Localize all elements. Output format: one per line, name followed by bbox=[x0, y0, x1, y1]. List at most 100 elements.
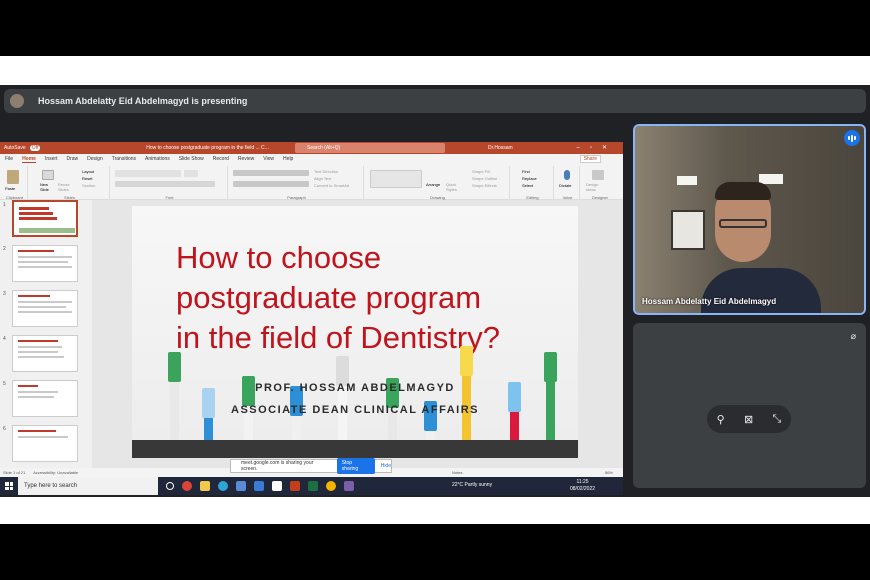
ppt-search-box[interactable]: Search (Alt+Q) bbox=[295, 143, 445, 153]
design-ideas-icon[interactable] bbox=[592, 170, 604, 180]
tab-design[interactable]: Design bbox=[87, 156, 103, 162]
chrome-icon[interactable] bbox=[182, 481, 192, 491]
tab-animations[interactable]: Animations bbox=[145, 156, 170, 162]
align-icons[interactable] bbox=[233, 181, 309, 187]
share-button[interactable]: Share bbox=[579, 155, 601, 163]
taskbar-clock[interactable]: 11:25 08/02/2022 bbox=[570, 479, 595, 493]
screen-share-notice: meet.google.com is sharing your screen. … bbox=[230, 458, 392, 474]
current-slide[interactable]: How to choose postgraduate program in th… bbox=[132, 206, 578, 458]
tab-home[interactable]: Home bbox=[22, 156, 36, 163]
design-ideas-label[interactable]: Design Ideas bbox=[586, 182, 606, 192]
file-explorer-icon[interactable] bbox=[200, 481, 210, 491]
taskbar-search[interactable]: Type here to search bbox=[18, 477, 158, 495]
autosave-state[interactable]: Off bbox=[29, 145, 41, 151]
reuse-slides-label[interactable]: Reuse Slides bbox=[58, 182, 72, 192]
slide-presenter[interactable]: PROF. HOSSAM ABDELMAGYD bbox=[132, 382, 578, 394]
slide-title-line: How to choose bbox=[176, 240, 382, 275]
slide-title[interactable]: How to choose postgraduate program in th… bbox=[176, 238, 500, 358]
group-clipboard: Paste Clipboard bbox=[2, 166, 28, 200]
slide-thumbnail[interactable] bbox=[12, 380, 78, 417]
excel-icon[interactable] bbox=[308, 481, 318, 491]
document-title: How to choose postgraduate program in th… bbox=[146, 145, 269, 151]
slide-thumbnail[interactable] bbox=[12, 425, 78, 462]
new-slide-label[interactable]: New Slide bbox=[40, 182, 54, 192]
text-direction-label[interactable]: Text Direction bbox=[314, 169, 338, 174]
tab-review[interactable]: Review bbox=[238, 156, 254, 162]
shapes-gallery[interactable] bbox=[370, 170, 422, 188]
microphone-icon[interactable] bbox=[564, 170, 570, 180]
ribbon: Paste Clipboard New Slide Reuse Slides L… bbox=[0, 164, 623, 200]
ceiling-light bbox=[677, 176, 697, 185]
edge-icon[interactable] bbox=[218, 481, 228, 491]
font-name-box[interactable] bbox=[115, 170, 181, 177]
slide-thumbnail[interactable] bbox=[12, 245, 78, 282]
tile-controls: ⚲ ⊠ ⤡ bbox=[707, 405, 791, 433]
weather-widget[interactable]: 22°C Partly sunny bbox=[452, 482, 492, 488]
store-icon[interactable] bbox=[236, 481, 246, 491]
chrome-icon[interactable] bbox=[326, 481, 336, 491]
reset-label[interactable]: Reset bbox=[82, 176, 92, 181]
replace-label[interactable]: Replace bbox=[522, 176, 537, 181]
shape-outline-label[interactable]: Shape Outline bbox=[472, 176, 497, 181]
zoom-level[interactable]: 86% bbox=[605, 470, 613, 475]
app-icon[interactable] bbox=[272, 481, 282, 491]
shared-screen[interactable]: AutoSave Off How to choose postgraduate … bbox=[0, 142, 623, 495]
select-label[interactable]: Select bbox=[522, 183, 533, 188]
layout-label[interactable]: Layout bbox=[82, 169, 94, 174]
accessibility-status[interactable]: Accessibility: Unavailable bbox=[33, 470, 78, 475]
tab-slide-show[interactable]: Slide Show bbox=[179, 156, 204, 162]
thumb-number: 6 bbox=[3, 426, 6, 432]
new-slide-icon[interactable] bbox=[42, 170, 54, 180]
section-label[interactable]: Section bbox=[82, 183, 95, 188]
task-view-icon[interactable] bbox=[166, 482, 174, 490]
slide-thumbnail[interactable] bbox=[12, 290, 78, 327]
shape-effects-label[interactable]: Shape Effects bbox=[472, 183, 497, 188]
hide-button[interactable]: Hide bbox=[381, 463, 391, 469]
convert-smartart-label[interactable]: Convert to SmartArt bbox=[314, 183, 349, 188]
slide-thumbnail[interactable] bbox=[12, 200, 78, 237]
tab-transitions[interactable]: Transitions bbox=[112, 156, 136, 162]
powerpoint-icon[interactable] bbox=[290, 481, 300, 491]
slide-thumbnail[interactable] bbox=[12, 335, 78, 372]
font-size-box[interactable] bbox=[184, 170, 198, 177]
paste-icon[interactable] bbox=[7, 170, 19, 184]
meet-window: Hossam Abdelatty Eid Abdelmagyd is prese… bbox=[0, 85, 870, 497]
taskbar-search-text: Type here to search bbox=[24, 483, 78, 489]
tab-insert[interactable]: Insert bbox=[45, 156, 58, 162]
app-icon[interactable] bbox=[344, 481, 354, 491]
slide-role[interactable]: ASSOCIATE DEAN CLINICAL AFFAIRS bbox=[132, 404, 578, 416]
shape-fill-label[interactable]: Shape Fill bbox=[472, 169, 490, 174]
top-letterbox bbox=[0, 56, 870, 85]
tab-file[interactable]: File bbox=[5, 156, 13, 162]
windows-start-icon[interactable] bbox=[5, 482, 13, 490]
minimize-icon[interactable]: ⤡ bbox=[773, 413, 782, 426]
ppt-user-name[interactable]: Dr.Hossam bbox=[488, 145, 513, 151]
slide-thumbnails: 1 2 3 4 5 6 bbox=[0, 200, 92, 480]
quick-styles-label[interactable]: Quick Styles bbox=[446, 182, 460, 192]
align-text-label[interactable]: Align Text bbox=[314, 176, 331, 181]
tab-help[interactable]: Help bbox=[283, 156, 293, 162]
paste-label[interactable]: Paste bbox=[5, 186, 15, 191]
window-controls[interactable]: –▫✕ bbox=[577, 144, 618, 151]
self-view-tile[interactable]: ⌀ ⚲ ⊠ ⤡ bbox=[633, 323, 866, 488]
thumb-number: 4 bbox=[3, 336, 6, 342]
participant-name: Hossam Abdelatty Eid Abdelmagyd bbox=[642, 297, 777, 306]
notes-button[interactable]: Notes bbox=[452, 470, 462, 475]
tab-draw[interactable]: Draw bbox=[66, 156, 78, 162]
find-label[interactable]: Find bbox=[522, 169, 530, 174]
tab-record[interactable]: Record bbox=[213, 156, 229, 162]
dictate-label[interactable]: Dictate bbox=[559, 183, 571, 188]
stop-sharing-button[interactable]: Stop sharing bbox=[336, 458, 375, 474]
presenting-banner: Hossam Abdelatty Eid Abdelmagyd is prese… bbox=[4, 89, 866, 113]
ribbon-tabs: File Home Insert Draw Design Transitions… bbox=[0, 154, 623, 164]
slide-title-line: in the field of Dentistry? bbox=[176, 320, 500, 355]
list-icons[interactable] bbox=[233, 170, 309, 176]
font-format-icons[interactable] bbox=[115, 181, 215, 187]
participant-video-tile[interactable]: Hossam Abdelatty Eid Abdelmagyd bbox=[633, 124, 866, 315]
tab-view[interactable]: View bbox=[263, 156, 274, 162]
arrange-label[interactable]: Arrange bbox=[426, 182, 440, 187]
mail-icon[interactable] bbox=[254, 481, 264, 491]
remove-tile-icon[interactable]: ⊠ bbox=[744, 413, 753, 426]
pin-icon[interactable]: ⚲ bbox=[717, 413, 725, 426]
autosave-label[interactable]: AutoSave bbox=[4, 145, 26, 151]
